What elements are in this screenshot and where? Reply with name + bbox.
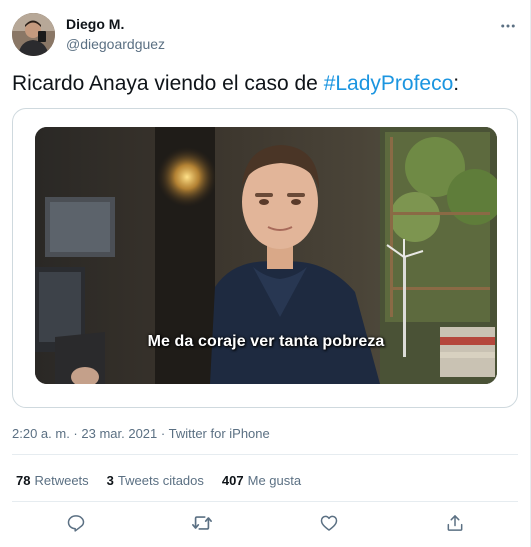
author-handle[interactable]: @diegoardguez [66,36,165,52]
retweet-button[interactable] [191,512,213,534]
meta-separator: · [157,426,169,441]
share-icon [447,515,463,531]
retweet-icon [192,516,212,530]
heart-icon [320,515,338,531]
tweet-detail: Diego M. @diegoardguez Ricardo Anaya vie… [0,0,531,547]
tweet-date[interactable]: 23 mar. 2021 [81,426,157,441]
tweet-meta: 2:20 a. m. · 23 mar. 2021 · Twitter for … [12,426,270,441]
tweet-time[interactable]: 2:20 a. m. [12,426,70,441]
media-gif[interactable]: Me da coraje ver tanta pobreza [35,127,497,384]
likes-stat[interactable]: 407 Me gusta [222,473,301,488]
retweets-stat[interactable]: 78 Retweets [16,473,89,488]
tweet-text: Ricardo Anaya viendo el caso de #LadyPro… [12,71,459,97]
quotes-count: 3 [106,473,114,488]
avatar[interactable] [12,13,55,56]
divider [12,501,518,502]
share-button[interactable] [444,512,466,534]
tweet-stats: 78 Retweets 3 Tweets citados 407 Me gusta [16,473,319,488]
more-options-button[interactable] [494,12,522,40]
likes-label: Me gusta [247,473,302,488]
tweet-source[interactable]: Twitter for iPhone [169,426,270,441]
likes-count: 407 [221,473,244,488]
meta-separator: · [69,426,82,441]
author-name[interactable]: Diego M. [66,16,124,32]
reply-icon [67,515,85,532]
media-subtitle: Me da coraje ver tanta pobreza [147,333,385,350]
like-button[interactable] [318,512,340,534]
tweet-text-suffix: : [453,72,460,95]
reply-button[interactable] [65,512,87,534]
retweets-count: 78 [16,473,31,488]
avatar-photo [12,13,55,56]
quotes-stat[interactable]: 3 Tweets citados [107,473,204,488]
retweets-label: Retweets [34,473,89,488]
more-horizontal-icon [501,24,515,28]
quotes-label: Tweets citados [117,473,204,488]
hashtag-link[interactable]: #LadyProfeco [324,72,454,95]
tweet-text-body: Ricardo Anaya viendo el caso de [12,72,324,95]
divider [12,454,518,455]
